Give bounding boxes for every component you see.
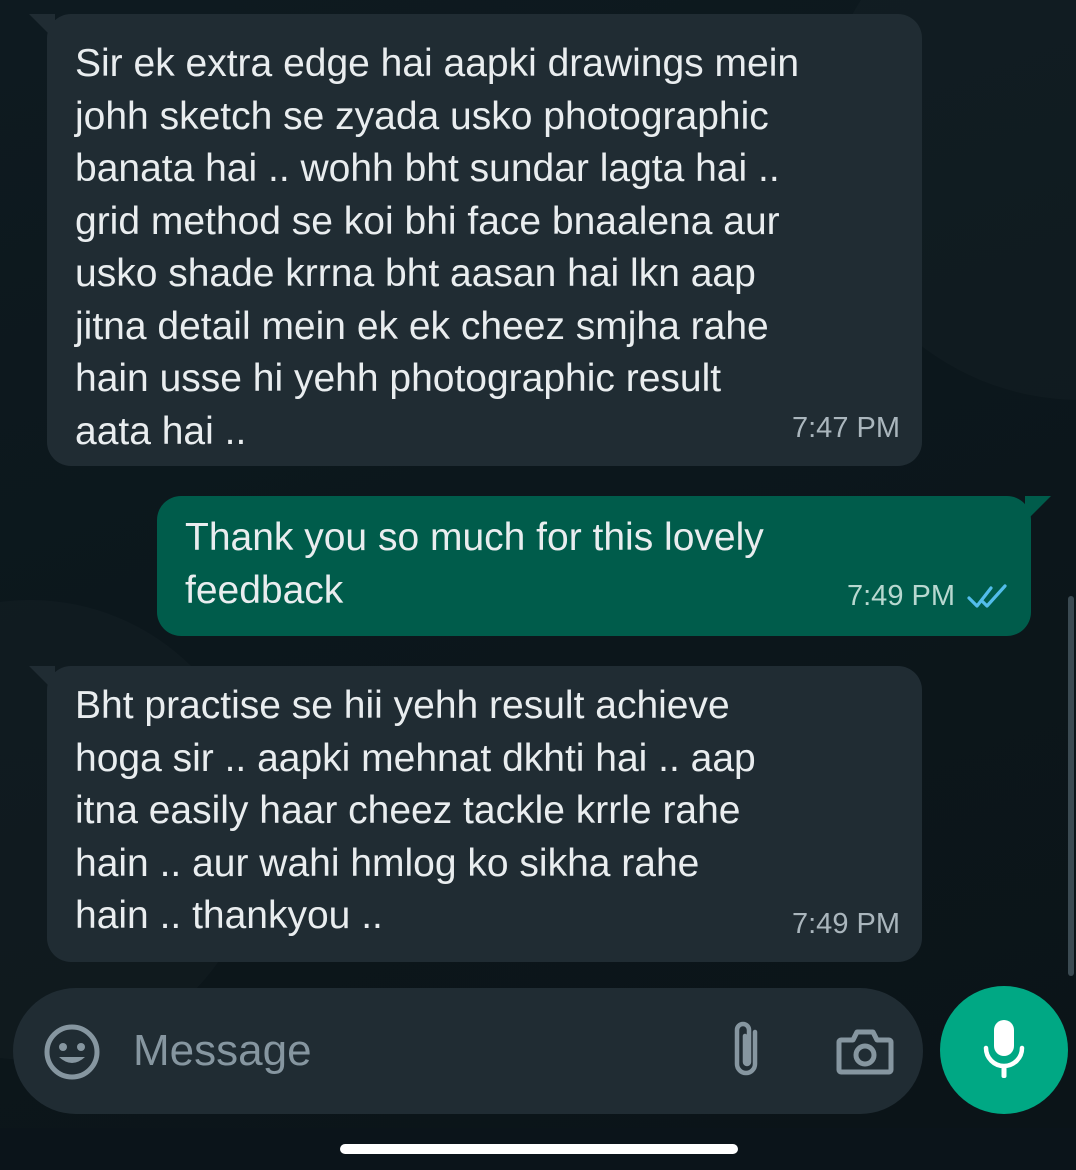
bubble-tail [1025, 496, 1051, 522]
message-input[interactable]: Message [133, 1026, 312, 1076]
emoji-icon[interactable] [43, 1023, 101, 1081]
double-check-read-icon [967, 584, 1007, 608]
message-time: 7:49 PM [792, 907, 900, 940]
paperclip-icon[interactable] [725, 1018, 769, 1082]
message-text: Sir ek extra edge hai aapki drawings mei… [75, 42, 800, 453]
microphone-button[interactable] [940, 986, 1068, 1114]
message-meta: 7:47 PM [792, 402, 900, 455]
message-meta: 7:49 PM [847, 570, 1009, 623]
home-indicator[interactable] [340, 1144, 738, 1154]
message-bubble-outgoing[interactable]: Thank you so much for this lovely feedba… [157, 496, 1051, 636]
microphone-icon [983, 1020, 1025, 1078]
scrollbar[interactable] [1068, 596, 1074, 976]
bubble-tail [29, 14, 55, 40]
message-time: 7:47 PM [792, 411, 900, 444]
message-composer[interactable]: Message [13, 988, 923, 1114]
message-text: Bht practise se hii yehh result achieve … [75, 684, 756, 937]
camera-icon[interactable] [835, 1026, 895, 1078]
message-bubble-incoming[interactable]: Sir ek extra edge hai aapki drawings mei… [29, 14, 922, 466]
message-bubble-incoming[interactable]: Bht practise se hii yehh result achieve … [29, 666, 922, 962]
bubble-tail [29, 666, 55, 692]
message-time: 7:49 PM [847, 579, 955, 612]
message-meta: 7:49 PM [792, 898, 900, 951]
